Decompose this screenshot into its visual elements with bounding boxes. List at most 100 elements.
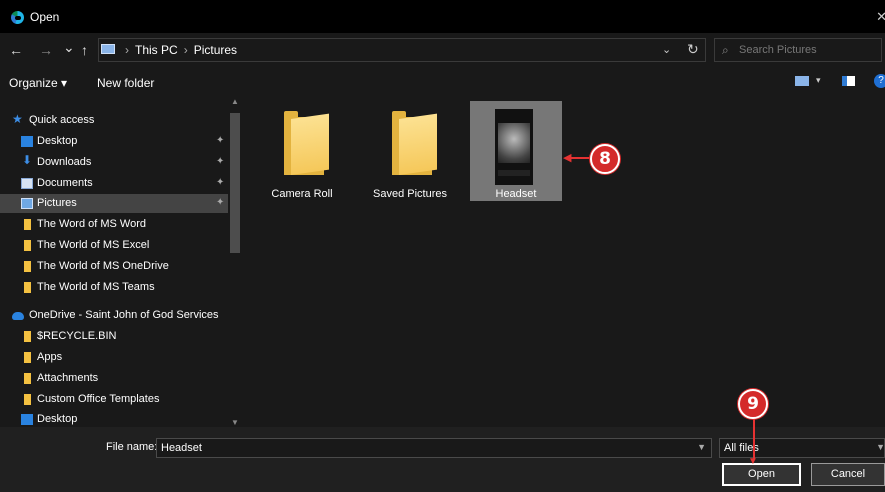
folder-icon bbox=[24, 373, 31, 384]
arrow-head-icon: ▼ bbox=[748, 456, 758, 467]
recent-locations-icon[interactable]: ⌄ bbox=[63, 39, 75, 56]
downloads-icon: ⬇ bbox=[22, 153, 33, 167]
sidebar-item-label: Desktop bbox=[37, 135, 78, 147]
scroll-thumb[interactable] bbox=[230, 113, 240, 253]
folder-icon bbox=[24, 394, 31, 405]
sidebar-item-label: The World of MS OneDrive bbox=[37, 260, 169, 272]
sidebar-item-quick-access[interactable]: ★ Quick access bbox=[0, 111, 228, 130]
window-title: Open bbox=[30, 10, 60, 24]
pin-icon: ✦ bbox=[216, 135, 225, 146]
folder-icon bbox=[24, 352, 31, 363]
pin-icon: ✦ bbox=[216, 197, 225, 208]
breadcrumb: › This PC › Pictures bbox=[119, 43, 237, 57]
sidebar-item-pictures[interactable]: Pictures ✦ bbox=[0, 194, 228, 213]
star-icon: ★ bbox=[12, 112, 23, 126]
this-pc-icon bbox=[101, 44, 115, 54]
cancel-button[interactable]: Cancel bbox=[811, 463, 885, 486]
sidebar-item-label: Desktop bbox=[37, 413, 78, 425]
sidebar-item-label: $RECYCLE.BIN bbox=[37, 330, 117, 342]
callout-arrow bbox=[753, 419, 755, 460]
tile-label: Camera Roll bbox=[271, 188, 333, 200]
sidebar-item-label: Apps bbox=[37, 351, 63, 363]
desktop-icon bbox=[21, 414, 33, 425]
file-tile-headset[interactable]: Headset bbox=[470, 101, 562, 201]
chevron-down-icon[interactable]: ▼ bbox=[876, 442, 885, 452]
sidebar-item-onedrive[interactable]: OneDrive - Saint John of God Services bbox=[0, 306, 228, 325]
sidebar-item-downloads[interactable]: ⬇ Downloads ✦ bbox=[0, 153, 228, 172]
sidebar-item-apps[interactable]: Apps bbox=[0, 348, 228, 367]
organize-button[interactable]: Organize ▾ bbox=[9, 76, 67, 90]
sidebar-item-recycle-bin[interactable]: $RECYCLE.BIN bbox=[0, 327, 228, 346]
forward-arrow-icon[interactable]: → bbox=[39, 42, 53, 58]
folder-icon bbox=[24, 219, 31, 230]
new-folder-button[interactable]: New folder bbox=[97, 76, 154, 90]
headset-thumbnail bbox=[495, 109, 533, 185]
sidebar-item-custom-office-templates[interactable]: Custom Office Templates bbox=[0, 390, 228, 409]
edge-app-icon bbox=[11, 11, 24, 24]
file-type-select[interactable]: All files ▼ bbox=[719, 438, 885, 458]
preview-pane-icon[interactable] bbox=[842, 76, 855, 86]
tile-label: Headset bbox=[495, 188, 537, 200]
address-bar[interactable]: › This PC › Pictures ⌄ ↻ bbox=[98, 38, 706, 62]
chevron-down-icon[interactable]: ▼ bbox=[697, 442, 706, 452]
up-arrow-icon[interactable]: ↑ bbox=[81, 42, 88, 58]
documents-icon bbox=[21, 178, 33, 189]
folder-icon bbox=[24, 331, 31, 342]
back-arrow-icon[interactable]: ← bbox=[9, 42, 23, 58]
desktop-icon bbox=[21, 136, 33, 147]
file-name-input[interactable]: Headset ▼ bbox=[156, 438, 712, 458]
search-icon: ⌕ bbox=[722, 43, 729, 57]
search-box[interactable]: ⌕ Search Pictures bbox=[714, 38, 882, 62]
view-options-dropdown-icon[interactable]: ▾ bbox=[816, 75, 821, 86]
refresh-icon[interactable]: ↻ bbox=[687, 41, 699, 58]
callout-arrow bbox=[570, 157, 590, 159]
sidebar-scrollbar[interactable]: ▲ ▼ bbox=[228, 97, 242, 427]
search-placeholder: Search Pictures bbox=[739, 44, 817, 56]
change-view-icon[interactable] bbox=[795, 76, 809, 86]
callout-badge-9: 9 bbox=[738, 389, 768, 419]
help-icon[interactable]: ? bbox=[874, 74, 885, 88]
address-dropdown-icon[interactable]: ⌄ bbox=[662, 43, 671, 56]
sidebar-item-excel[interactable]: The World of MS Excel bbox=[0, 236, 228, 255]
open-button[interactable]: Open bbox=[722, 463, 801, 486]
folder-icon bbox=[24, 240, 31, 251]
sidebar-item-onedrive-folder[interactable]: The World of MS OneDrive bbox=[0, 257, 228, 276]
sidebar-item-label: The Word of MS Word bbox=[37, 218, 147, 230]
breadcrumb-this-pc[interactable]: This PC bbox=[135, 43, 178, 57]
sidebar-item-label: Documents bbox=[37, 177, 93, 189]
title-bar: Open ✕ bbox=[0, 0, 885, 33]
sidebar-item-documents[interactable]: Documents ✦ bbox=[0, 174, 228, 193]
sidebar-item-label: The World of MS Teams bbox=[37, 281, 155, 293]
folder-icon bbox=[284, 111, 329, 175]
sidebar-item-label: Attachments bbox=[37, 372, 99, 384]
file-name-value: Headset bbox=[161, 442, 202, 454]
sidebar-item-label: Pictures bbox=[37, 197, 77, 209]
pin-icon: ✦ bbox=[216, 177, 225, 188]
sidebar-item-attachments[interactable]: Attachments bbox=[0, 369, 228, 388]
sidebar-item-label: OneDrive - Saint John of God Services bbox=[29, 309, 219, 321]
navigation-pane: ★ Quick access Desktop ✦ ⬇ Downloads ✦ D… bbox=[0, 97, 242, 427]
folder-icon bbox=[24, 261, 31, 272]
onedrive-cloud-icon bbox=[12, 312, 24, 320]
sidebar-item-word[interactable]: The Word of MS Word bbox=[0, 215, 228, 234]
folder-icon bbox=[24, 282, 31, 293]
pin-icon: ✦ bbox=[216, 156, 225, 167]
breadcrumb-pictures[interactable]: Pictures bbox=[194, 43, 237, 57]
sidebar-item-desktop[interactable]: Desktop ✦ bbox=[0, 132, 228, 151]
scroll-down-icon[interactable]: ▼ bbox=[231, 418, 239, 427]
sidebar-item-teams[interactable]: The World of MS Teams bbox=[0, 278, 228, 297]
callout-badge-8: 8 bbox=[590, 144, 620, 174]
sidebar-item-label: The World of MS Excel bbox=[37, 239, 150, 251]
folder-tile-camera-roll[interactable]: Camera Roll bbox=[256, 101, 348, 201]
command-toolbar: Organize ▾ New folder ▾ ? bbox=[0, 68, 885, 97]
sidebar-item-label: Custom Office Templates bbox=[37, 393, 160, 405]
arrow-head-icon: ◀ bbox=[563, 152, 572, 164]
sidebar-item-label: Downloads bbox=[37, 156, 92, 168]
folder-tile-saved-pictures[interactable]: Saved Pictures bbox=[364, 101, 456, 201]
folder-icon bbox=[392, 111, 437, 175]
scroll-up-icon[interactable]: ▲ bbox=[231, 97, 239, 106]
pictures-icon bbox=[21, 198, 33, 209]
file-name-label: File name: bbox=[106, 441, 158, 453]
breadcrumb-separator: › bbox=[183, 43, 188, 57]
close-icon[interactable]: ✕ bbox=[876, 9, 885, 25]
